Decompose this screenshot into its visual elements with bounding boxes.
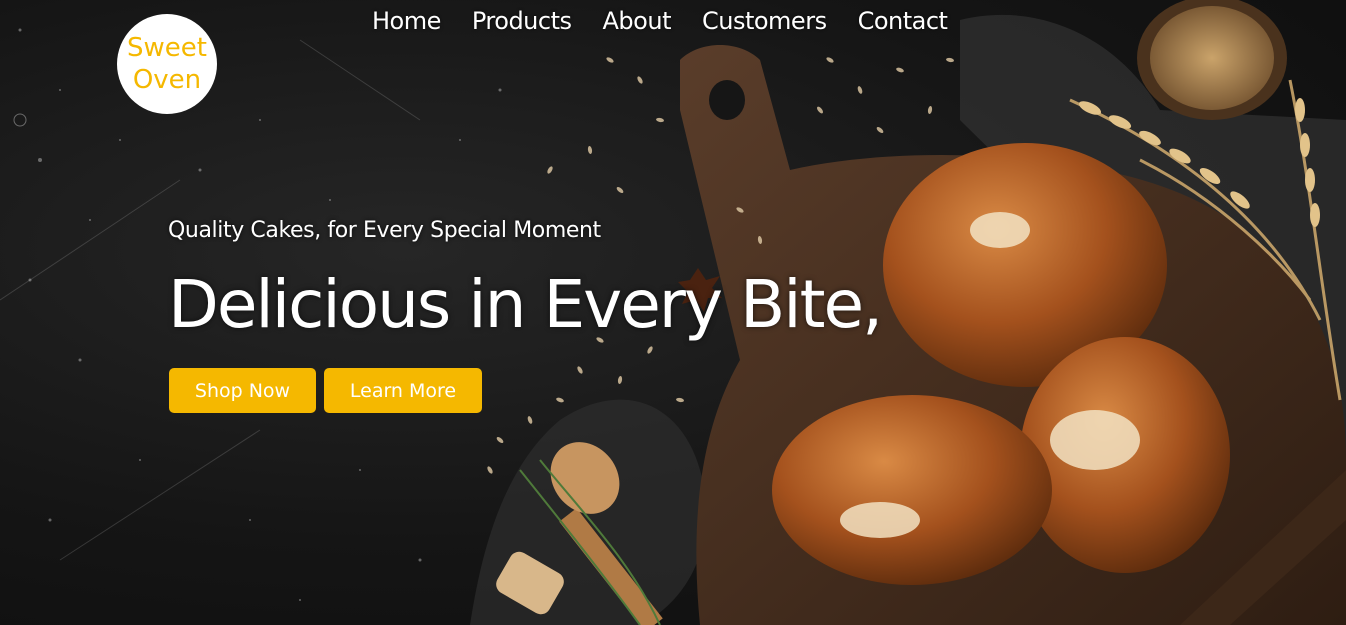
hero-section: Sweet Oven Home Products About Customers… — [0, 0, 1346, 625]
hero-headline: Delicious in Every Bite, — [168, 266, 883, 343]
brand-line-2: Oven — [132, 65, 202, 95]
brand-line-1: Sweet — [127, 33, 207, 63]
shop-now-button[interactable]: Shop Now — [169, 368, 316, 413]
nav-link-contact[interactable]: Contact — [858, 7, 948, 35]
nav-link-customers[interactable]: Customers — [702, 7, 827, 35]
nav-link-home[interactable]: Home — [372, 7, 441, 35]
nav-link-products[interactable]: Products — [472, 7, 572, 35]
learn-more-button[interactable]: Learn More — [324, 368, 482, 413]
main-nav: Home Products About Customers Contact — [372, 7, 978, 35]
brand-logo[interactable]: Sweet Oven — [117, 14, 217, 114]
hero-subtitle: Quality Cakes, for Every Special Moment — [168, 218, 601, 243]
nav-link-about[interactable]: About — [603, 7, 672, 35]
